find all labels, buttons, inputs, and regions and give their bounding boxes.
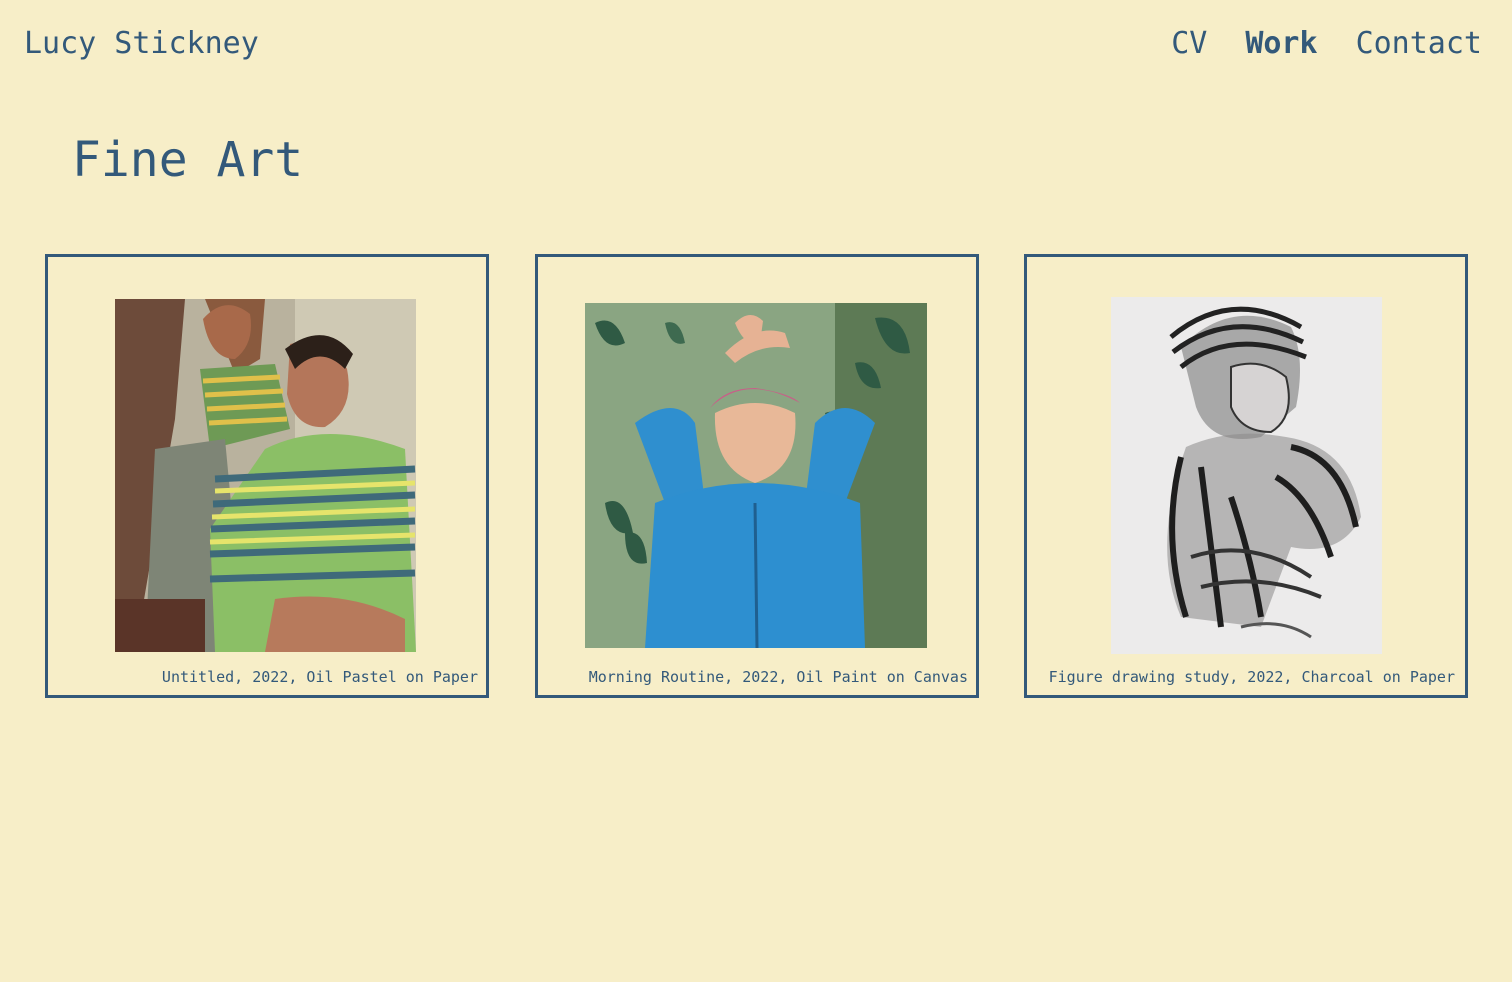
artwork-image-untitled[interactable] <box>115 299 416 652</box>
page-title: Fine Art <box>72 132 304 188</box>
artwork-caption: Untitled, 2022, Oil Pastel on Paper <box>161 668 478 686</box>
artwork-drawing-charcoal-figure <box>1111 297 1382 654</box>
artwork-caption: Morning Routine, 2022, Oil Paint on Canv… <box>588 668 968 686</box>
artwork-image-morning-routine[interactable] <box>585 303 927 648</box>
artwork-painting-blue-hoodie <box>585 303 927 648</box>
artwork-card-figure-drawing-study[interactable]: Figure drawing study, 2022, Charcoal on … <box>1024 254 1468 698</box>
artwork-card-morning-routine[interactable]: Morning Routine, 2022, Oil Paint on Canv… <box>535 254 979 698</box>
nav-link-contact[interactable]: Contact <box>1356 24 1482 64</box>
main-nav: CV Work Contact <box>1171 24 1482 64</box>
artwork-image-figure-drawing-study[interactable] <box>1111 297 1382 654</box>
artwork-card-untitled[interactable]: Untitled, 2022, Oil Pastel on Paper <box>45 254 489 698</box>
artwork-painting-two-figures <box>115 299 416 652</box>
artwork-caption: Figure drawing study, 2022, Charcoal on … <box>1048 668 1455 686</box>
site-title-link[interactable]: Lucy Stickney <box>24 24 259 64</box>
nav-link-cv[interactable]: CV <box>1171 24 1207 64</box>
nav-link-work[interactable]: Work <box>1245 24 1317 64</box>
